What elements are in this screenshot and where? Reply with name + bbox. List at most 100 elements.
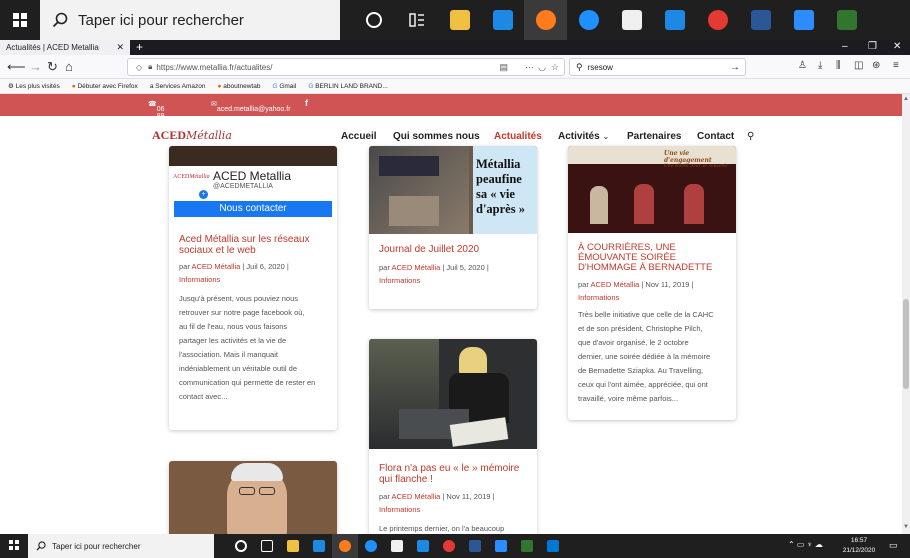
start-button[interactable] [0, 0, 40, 40]
post-title[interactable]: Journal de Juillet 2020 [379, 244, 529, 255]
post-title[interactable]: À COURRIÈRES, UNE ÉMOUVANTE SOIRÉE D'HOM… [578, 243, 730, 273]
forward-icon[interactable]: → [29, 59, 42, 74]
contact-button[interactable]: Nous contacter [174, 201, 332, 217]
chrome-icon[interactable] [696, 0, 739, 40]
menu-actualites[interactable]: Actualités [494, 131, 542, 142]
bookmark-berlin[interactable]: G BERLIN LAND BRAND... [308, 83, 387, 90]
site-search-icon[interactable]: ⚲ [747, 131, 754, 142]
post-category-link[interactable]: Informations [179, 275, 220, 284]
taskbar-search[interactable]: Taper ici pour rechercher [28, 534, 214, 558]
zoom-icon[interactable] [488, 534, 514, 558]
browser-tab[interactable]: Actualités | ACED Metallia ✕ [0, 40, 130, 55]
menu-qui-sommes-nous[interactable]: Qui sommes nous [393, 131, 480, 142]
store-icon[interactable] [384, 534, 410, 558]
phone-contact[interactable]: ☎ 06 89 66 06 46 [148, 100, 165, 141]
minimize-icon[interactable]: – [842, 41, 848, 52]
firefox-icon[interactable] [332, 534, 358, 558]
post-image[interactable] [169, 461, 337, 534]
post-author-link[interactable]: ACED Métallia [392, 492, 441, 501]
mail-icon[interactable] [481, 0, 524, 40]
search-go-icon[interactable]: → [730, 62, 740, 73]
email-contact[interactable]: ✉ aced.metallia@yahoo.fr [211, 100, 291, 113]
posts-grid: ACEDMétallia ACED Metallia @ACEDMETALLIA… [0, 146, 902, 534]
clock[interactable]: 16:57 21/12/2020 [838, 536, 880, 556]
restore-icon[interactable]: ❐ [868, 41, 877, 52]
page-scrollbar[interactable]: ▲ ▼ [902, 94, 910, 534]
notifications-icon[interactable]: ▭ [889, 540, 898, 551]
chevron-down-icon: ⌄ [602, 132, 610, 141]
menu-icon[interactable]: ≡ [893, 60, 899, 71]
bookmark-aboutnewtab[interactable]: ● aboutnewtab [217, 83, 260, 90]
file-explorer-icon[interactable] [280, 534, 306, 558]
media-icon[interactable] [653, 0, 696, 40]
post-author-link[interactable]: ACED Métallia [591, 280, 640, 289]
menu-contact[interactable]: Contact [697, 131, 734, 142]
chrome-icon[interactable] [436, 534, 462, 558]
facebook-icon[interactable]: f [305, 98, 308, 108]
photos-icon[interactable] [540, 534, 566, 558]
firefox-icon[interactable] [524, 0, 567, 40]
post-image[interactable] [169, 146, 337, 166]
bookmark-gmail[interactable]: G Gmail [272, 83, 296, 90]
scrollbar-thumb[interactable] [903, 299, 909, 389]
edge-icon[interactable] [567, 0, 610, 40]
bookmark-star-icon[interactable]: ☆ [551, 62, 559, 73]
media-icon[interactable] [410, 534, 436, 558]
project-icon[interactable] [825, 0, 868, 40]
post-image[interactable] [369, 339, 537, 449]
system-tray-icons[interactable]: ⌃ ▭ ♆ ☁ [788, 540, 823, 549]
library-icon[interactable]: ⫼ [836, 60, 841, 71]
site-logo[interactable]: ACEDMétallia [152, 126, 232, 144]
post-category-link[interactable]: Informations [379, 505, 420, 514]
task-view-icon[interactable] [395, 0, 438, 40]
reload-icon[interactable]: ↻ [47, 59, 58, 75]
cortana-icon[interactable] [228, 534, 254, 558]
lock-icon: 🔒︎ [148, 62, 153, 71]
file-explorer-icon[interactable] [438, 0, 481, 40]
downloads-icon[interactable]: ⤓ [818, 60, 822, 71]
post-image[interactable]: Métallia peaufine sa « vie d'après » [369, 146, 537, 234]
close-window-icon[interactable]: ✕ [893, 41, 901, 52]
mail-icon[interactable] [306, 534, 332, 558]
post-category-link[interactable]: Informations [379, 276, 420, 285]
top-taskbar: Taper ici pour rechercher [0, 0, 910, 40]
project-icon[interactable] [514, 534, 540, 558]
image-caption: Une vie d'engagement Une soirée pour se s… [664, 150, 729, 169]
reader-view-icon[interactable]: ▤ [499, 62, 508, 73]
store-icon[interactable] [610, 0, 653, 40]
menu-partenaires[interactable]: Partenaires [627, 131, 681, 142]
back-icon[interactable]: ⟵ [7, 59, 26, 75]
menu-activites[interactable]: Activités ⌄ [558, 131, 609, 142]
pocket-icon[interactable]: ◡ [538, 62, 546, 73]
taskbar-search[interactable]: Taper ici pour rechercher [40, 0, 340, 40]
menu-accueil[interactable]: Accueil [341, 131, 377, 142]
browser-search-bar[interactable]: ⚲ rsesow → [569, 58, 746, 76]
new-tab-icon[interactable]: + [136, 40, 143, 54]
post-title[interactable]: Aced Métallia sur les réseaux sociaux et… [179, 234, 329, 256]
post-category-link[interactable]: Informations [578, 293, 619, 302]
home-icon[interactable]: ⌂ [65, 59, 73, 74]
page-actions-icon[interactable]: ··· [525, 62, 534, 72]
sidebar-icon[interactable]: ◫ [854, 60, 863, 71]
close-tab-icon[interactable]: ✕ [116, 42, 124, 53]
start-button[interactable] [9, 540, 19, 550]
post-title[interactable]: Flora n'a pas eu « le » mémoire qui flan… [379, 463, 529, 485]
bookmark-most-visited[interactable]: ⚙ Les plus visités [8, 82, 60, 90]
cortana-icon[interactable] [352, 0, 395, 40]
zoom-icon[interactable] [782, 0, 825, 40]
post-author-link[interactable]: ACED Métallia [392, 263, 441, 272]
word-icon[interactable] [739, 0, 782, 40]
scroll-up-icon[interactable]: ▲ [903, 96, 909, 102]
edge-icon[interactable] [358, 534, 384, 558]
url-bar[interactable]: ◇ 🔒︎ https://www.metallia.fr/actualites/… [127, 58, 565, 76]
word-icon[interactable] [462, 534, 488, 558]
bookmark-amazon[interactable]: a Services Amazon [150, 83, 206, 90]
account-icon[interactable]: ♙ [798, 60, 807, 71]
task-view-icon[interactable] [254, 534, 280, 558]
search-icon [36, 541, 46, 551]
scroll-down-icon[interactable]: ▼ [903, 524, 909, 530]
post-image[interactable]: Une vie d'engagement Une soirée pour se s… [568, 146, 736, 233]
extension-icon[interactable]: ⊛ [872, 60, 880, 71]
bookmark-getting-started[interactable]: ● Débuter avec Firefox [72, 83, 138, 90]
post-author-link[interactable]: ACED Métallia [192, 262, 241, 271]
